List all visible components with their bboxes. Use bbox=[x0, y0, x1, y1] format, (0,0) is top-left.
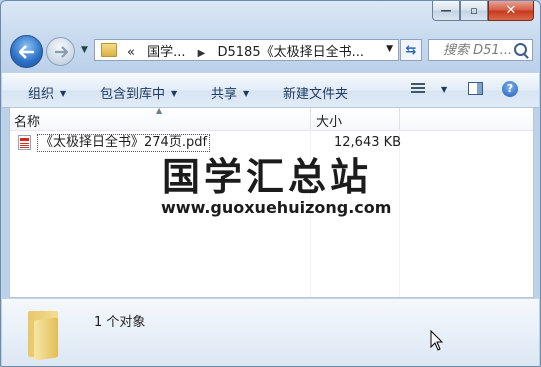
recent-pages-dropdown[interactable]: ▼ bbox=[81, 45, 88, 55]
column-header-row: ▲ 名称 大小 bbox=[10, 108, 533, 131]
include-library-label: 包含到库中 bbox=[100, 87, 166, 102]
chevron-right-icon[interactable]: ▶ bbox=[198, 48, 206, 59]
forward-button[interactable] bbox=[46, 37, 75, 66]
breadcrumb: « 国学... ▶ D5185《太极择日全书... bbox=[127, 41, 364, 60]
command-bar: 组织 ▼ 包含到库中 ▼ 共享 ▼ 新建文件夹 ▼ ? bbox=[2, 73, 539, 108]
close-icon: ✕ bbox=[505, 3, 517, 18]
watermark-title: 国学汇总站 bbox=[162, 155, 373, 199]
item-count: 1 个对象 bbox=[94, 315, 146, 330]
arrow-right-icon bbox=[54, 45, 68, 58]
address-bar[interactable]: « 国学... ▶ D5185《太极择日全书... ▼ bbox=[94, 39, 399, 61]
column-divider[interactable] bbox=[399, 108, 400, 130]
breadcrumb-overflow[interactable]: « bbox=[127, 45, 135, 60]
preview-pane-icon[interactable] bbox=[468, 82, 483, 95]
breadcrumb-item[interactable]: 国学... bbox=[147, 45, 185, 60]
watermark-url: www.guoxuehuizong.com bbox=[161, 198, 392, 217]
file-list: ▲ 名称 大小 《太极择日全书》274页.pdf 12,643 KB 国学汇总站… bbox=[9, 107, 534, 298]
maximize-icon: ▫ bbox=[470, 4, 478, 17]
column-divider[interactable] bbox=[310, 108, 311, 130]
maximize-button[interactable]: ▫ bbox=[460, 1, 488, 21]
share-menu[interactable]: 共享 ▼ bbox=[211, 83, 249, 102]
sort-ascending-icon: ▲ bbox=[156, 107, 163, 115]
search-box[interactable] bbox=[428, 39, 533, 61]
mouse-cursor-icon bbox=[430, 330, 444, 351]
help-icon[interactable]: ? bbox=[502, 81, 518, 97]
pdf-icon bbox=[18, 135, 31, 150]
column-gridline bbox=[399, 130, 400, 297]
explorer-window: — ▫ ✕ ▼ « 国学... ▶ D5185《太极择日全书... ▼ ⇆ 搜索… bbox=[0, 0, 541, 367]
chevron-down-icon: ▼ bbox=[60, 89, 67, 98]
column-header-name[interactable]: 名称 bbox=[14, 111, 40, 130]
share-label: 共享 bbox=[211, 87, 238, 102]
search-input[interactable] bbox=[441, 41, 525, 59]
view-options-icon[interactable] bbox=[411, 83, 425, 95]
organize-menu[interactable]: 组织 ▼ bbox=[28, 83, 66, 102]
chevron-down-icon: ▼ bbox=[171, 89, 178, 98]
details-pane: 1 个对象 bbox=[2, 298, 539, 366]
navigation-bar: ▼ « 国学... ▶ D5185《太极择日全书... ▼ ⇆ bbox=[1, 34, 540, 68]
back-button[interactable] bbox=[10, 35, 43, 68]
view-options-dropdown[interactable]: ▼ bbox=[435, 83, 447, 98]
refresh-button[interactable]: ⇆ bbox=[400, 39, 422, 61]
include-in-library-menu[interactable]: 包含到库中 ▼ bbox=[100, 83, 177, 102]
minimize-button[interactable]: — bbox=[432, 1, 460, 21]
arrow-left-icon bbox=[18, 44, 34, 59]
caption-buttons: — ▫ ✕ bbox=[432, 1, 534, 21]
refresh-icon: ⇆ bbox=[405, 42, 417, 58]
organize-label: 组织 bbox=[28, 87, 55, 102]
folder-icon bbox=[101, 43, 117, 57]
close-button[interactable]: ✕ bbox=[488, 1, 534, 21]
address-dropdown-icon[interactable]: ▼ bbox=[386, 44, 393, 54]
new-folder-label: 新建文件夹 bbox=[283, 87, 349, 102]
breadcrumb-item[interactable]: D5185《太极择日全书... bbox=[218, 45, 365, 60]
search-icon[interactable] bbox=[514, 43, 527, 56]
chevron-down-icon: ▼ bbox=[243, 89, 250, 98]
new-folder-button[interactable]: 新建文件夹 bbox=[283, 83, 348, 102]
folder-icon bbox=[28, 311, 64, 361]
chevron-down-icon: ▼ bbox=[441, 85, 448, 94]
minimize-icon: — bbox=[440, 4, 452, 17]
column-header-size[interactable]: 大小 bbox=[316, 111, 342, 130]
